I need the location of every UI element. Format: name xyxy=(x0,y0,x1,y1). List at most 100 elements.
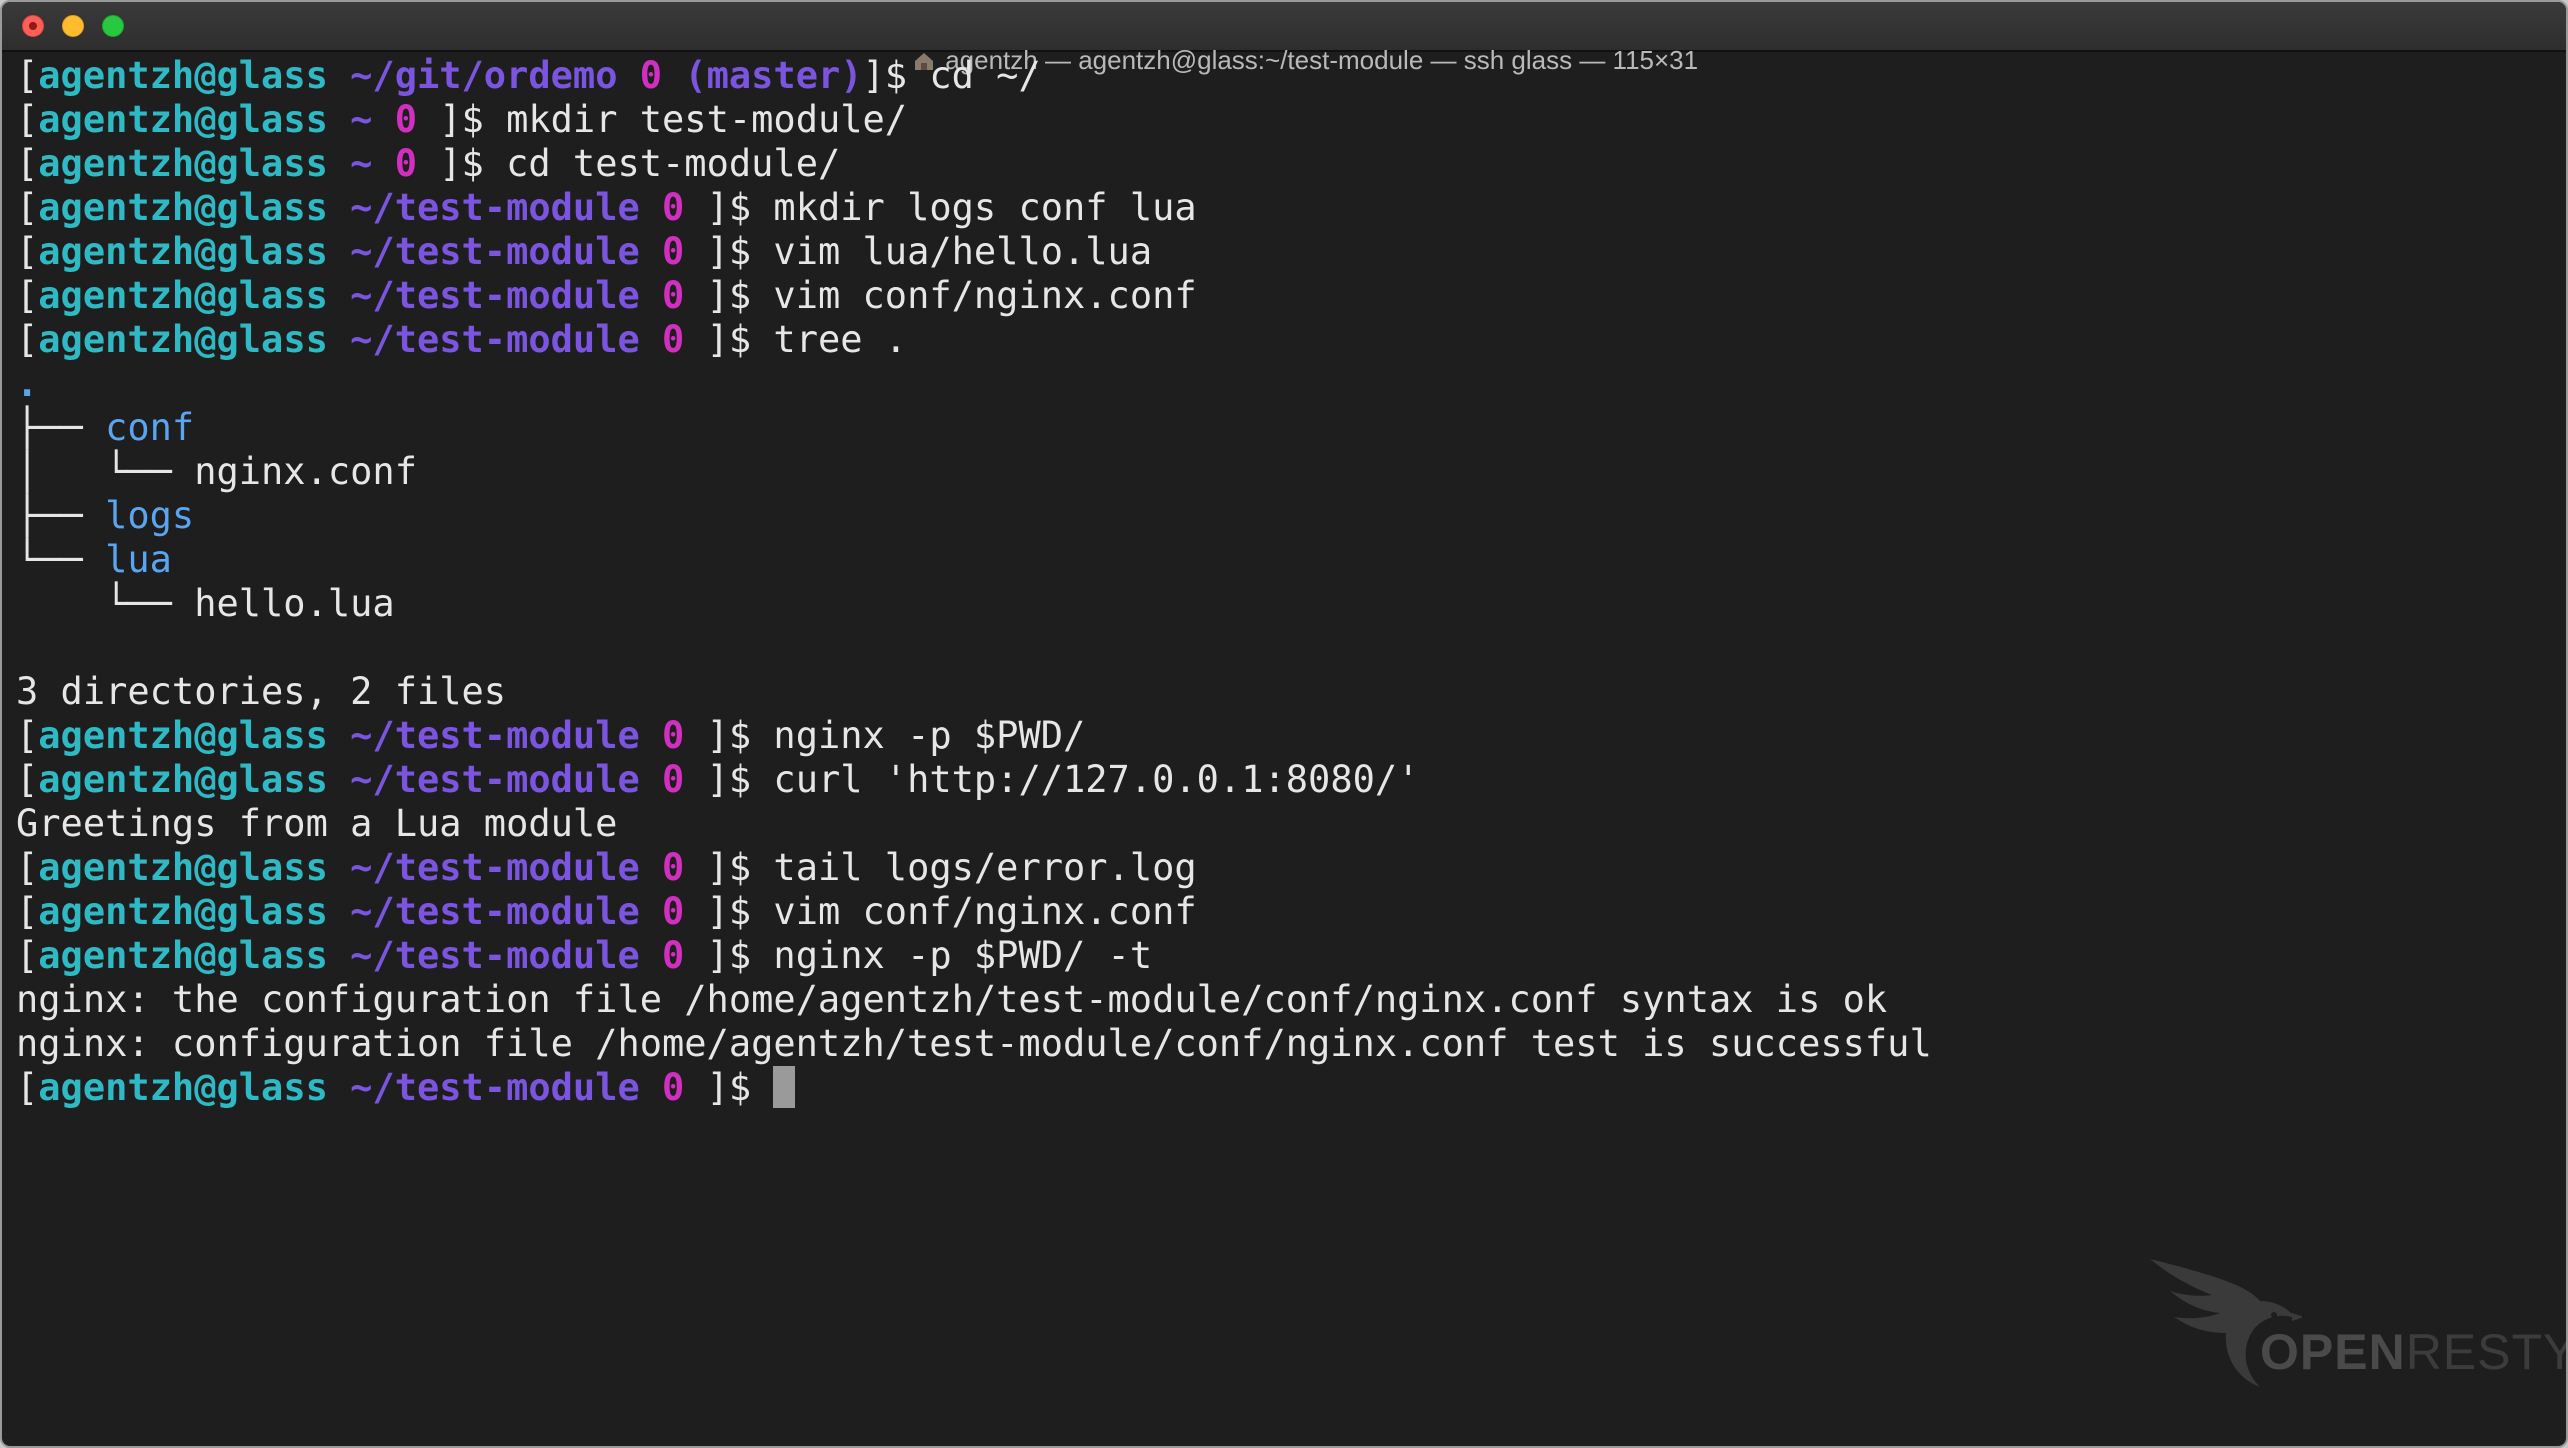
terminal-text-segment: ~/test-module xyxy=(350,890,640,933)
terminal-text-segment: ~/test-module xyxy=(350,274,640,317)
terminal-line: [agentzh@glass ~/test-module 0 ]$ mkdir … xyxy=(16,186,2556,230)
terminal-line: [agentzh@glass ~/test-module 0 ]$ nginx … xyxy=(16,934,2556,978)
terminal-text-segment: agentzh@glass xyxy=(38,934,328,977)
terminal-line: [agentzh@glass ~/test-module 0 ]$ curl '… xyxy=(16,758,2556,802)
terminal-text-segment: 0 xyxy=(662,230,685,273)
terminal-text-segment: [ xyxy=(16,230,39,273)
terminal-line: . xyxy=(16,362,2556,406)
terminal-line: └── hello.lua xyxy=(16,582,2556,626)
terminal-line: [agentzh@glass ~/test-module 0 ]$ nginx … xyxy=(16,714,2556,758)
terminal-text-segment: conf xyxy=(105,406,195,449)
terminal-text-segment: lua xyxy=(105,538,172,581)
terminal-text-segment: [ xyxy=(16,714,39,757)
terminal-text-segment: [ xyxy=(16,890,39,933)
terminal-text-segment: ]$ tree . xyxy=(684,318,908,361)
terminal-text-segment: ~/test-module xyxy=(350,318,640,361)
terminal-text-segment: [ xyxy=(16,1066,39,1109)
terminal-text-segment: ]$ nginx -p $PWD/ xyxy=(684,714,1086,757)
terminal-line: ├── conf xyxy=(16,406,2556,450)
terminal-text-segment: agentzh@glass xyxy=(38,758,328,801)
terminal-text-segment: agentzh@glass xyxy=(38,186,328,229)
terminal-text-segment: nginx: configuration file /home/agentzh/… xyxy=(16,1022,1932,1065)
terminal-line: [agentzh@glass ~/test-module 0 ]$ vim co… xyxy=(16,890,2556,934)
terminal-text-segment: 0 xyxy=(394,142,417,185)
terminal-line: 3 directories, 2 files xyxy=(16,670,2556,714)
terminal-text-segment: ]$ vim conf/nginx.conf xyxy=(684,890,1197,933)
terminal-text-segment: [ xyxy=(16,934,39,977)
terminal-text-segment: ]$ mkdir test-module/ xyxy=(417,98,908,141)
terminal-line: ├── logs xyxy=(16,494,2556,538)
terminal-text-segment: └── hello.lua xyxy=(16,582,395,625)
terminal-text-segment: (master) xyxy=(684,54,863,97)
terminal-text-segment: 0 xyxy=(639,54,663,97)
terminal-text-segment: agentzh@glass xyxy=(38,54,328,97)
terminal-line: [agentzh@glass ~/test-module 0 ]$ tree . xyxy=(16,318,2556,362)
terminal-text-segment: ~/test-module xyxy=(350,230,640,273)
terminal-text-segment: ]$ vim conf/nginx.conf xyxy=(684,274,1197,317)
terminal-text-segment: ~ xyxy=(350,142,373,185)
terminal-text-segment: 0 xyxy=(662,758,685,801)
terminal-text-segment: ]$ tail logs/error.log xyxy=(684,846,1197,889)
terminal-line: nginx: configuration file /home/agentzh/… xyxy=(16,1022,2556,1066)
terminal-text-segment: [ xyxy=(16,758,39,801)
terminal-text-segment: 3 directories, 2 files xyxy=(16,670,507,713)
terminal-text-segment: [ xyxy=(16,98,39,141)
terminal-text-segment: agentzh@glass xyxy=(38,714,328,757)
terminal-text-segment: [ xyxy=(16,274,39,317)
terminal-text-segment: agentzh@glass xyxy=(38,1066,328,1109)
terminal-text-segment: . xyxy=(16,362,39,405)
terminal-line: └── lua xyxy=(16,538,2556,582)
terminal-text-segment: [ xyxy=(16,318,39,361)
terminal-line: [agentzh@glass ~/test-module 0 ]$ vim lu… xyxy=(16,230,2556,274)
terminal-text-segment: agentzh@glass xyxy=(38,142,328,185)
terminal-text-segment: 0 xyxy=(662,846,685,889)
terminal-text-segment: logs xyxy=(105,494,195,537)
terminal-output[interactable]: [agentzh@glass ~/git/ordemo 0 (master)]$… xyxy=(16,54,2556,1446)
title-bar[interactable]: agentzh — agentzh@glass:~/test-module — … xyxy=(2,2,2566,75)
terminal-text-segment: 0 xyxy=(662,1066,685,1109)
terminal-line: [agentzh@glass ~/test-module 0 ]$ tail l… xyxy=(16,846,2556,890)
terminal-line: [agentzh@glass ~ 0 ]$ mkdir test-module/ xyxy=(16,98,2556,142)
terminal-line: [agentzh@glass ~/test-module 0 ]$ xyxy=(16,1066,2556,1110)
terminal-text-segment: ├── xyxy=(16,494,106,537)
terminal-text-segment: Greetings from a Lua module xyxy=(16,802,618,845)
terminal-line: [agentzh@glass ~/git/ordemo 0 (master)]$… xyxy=(16,54,2556,98)
terminal-window: agentzh — agentzh@glass:~/test-module — … xyxy=(0,0,2568,1448)
terminal-text-segment: ]$ curl 'http://127.0.0.1:8080/' xyxy=(684,758,1420,801)
terminal-text-segment: 0 xyxy=(662,318,685,361)
terminal-text-segment: ├── xyxy=(16,406,106,449)
terminal-text-segment: ~/test-module xyxy=(350,1066,640,1109)
watermark-text-bold: OPEN xyxy=(2260,1324,2406,1380)
terminal-text-segment: 0 xyxy=(394,98,417,141)
terminal-text-segment: ]$ cd ~/ xyxy=(862,54,1041,97)
watermark-text-light: RESTY xyxy=(2405,1324,2568,1380)
terminal-text-segment: ~ xyxy=(350,98,373,141)
terminal-text-segment: │ └── nginx.conf xyxy=(16,450,417,493)
terminal-line: [agentzh@glass ~ 0 ]$ cd test-module/ xyxy=(16,142,2556,186)
terminal-text-segment: 0 xyxy=(662,274,685,317)
terminal-text-segment: 0 xyxy=(662,934,685,977)
terminal-text-segment: ]$ xyxy=(684,1066,774,1109)
terminal-text-segment: 0 xyxy=(662,890,685,933)
terminal-text-segment: └── xyxy=(16,538,106,581)
terminal-text-segment: agentzh@glass xyxy=(38,274,328,317)
